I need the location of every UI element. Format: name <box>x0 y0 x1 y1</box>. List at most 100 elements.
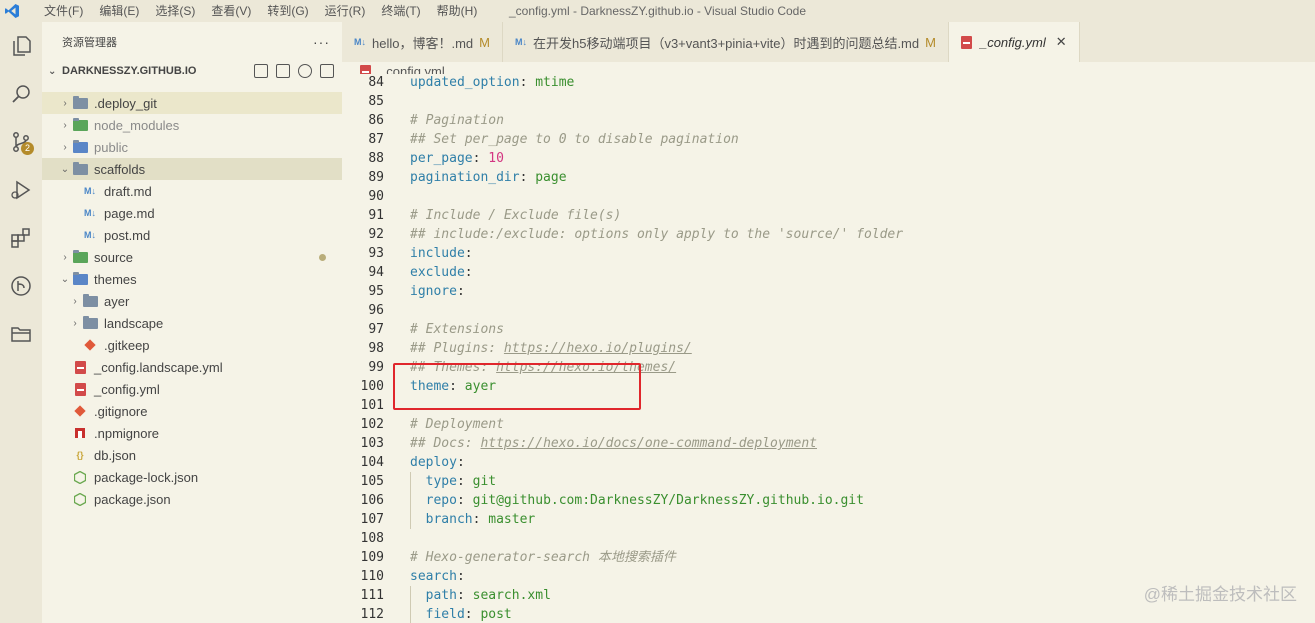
folder-icon[interactable] <box>0 310 42 358</box>
json-icon: {} <box>76 450 84 460</box>
code-line: 88 per_page: 10 <box>342 149 1315 168</box>
line-number: 104 <box>360 455 384 470</box>
git-icon <box>72 404 88 418</box>
menu-item[interactable]: 文件(F) <box>36 0 91 22</box>
code-token: : <box>472 512 489 527</box>
tree-file[interactable]: {} db.json <box>42 444 342 466</box>
more-actions-icon[interactable]: ··· <box>313 34 330 50</box>
tree-folder[interactable]: › ayer <box>42 290 342 312</box>
code-token: # Hexo-generator-search 本地搜索插件 <box>410 550 676 565</box>
line-number: 101 <box>360 398 384 413</box>
extensions-icon[interactable] <box>0 214 42 262</box>
refresh-icon[interactable] <box>298 64 312 78</box>
code-token: : <box>456 455 465 470</box>
tree-file[interactable]: M↓ draft.md <box>42 180 342 202</box>
code-line: 107 branch: master <box>342 510 1315 529</box>
menu-item[interactable]: 帮助(H) <box>429 0 486 22</box>
tab-hello-md[interactable]: M↓ hello，博客！.md M <box>342 22 503 62</box>
code-line: 98 ## Plugins: https://hexo.io/plugins/ <box>342 339 1315 358</box>
tree-folder[interactable]: › landscape <box>42 312 342 334</box>
menu-item[interactable]: 终端(T) <box>373 0 428 22</box>
explorer-header: 资源管理器 ··· <box>42 22 342 62</box>
tab-config-yml[interactable]: _config.yml ✕ <box>948 22 1080 62</box>
tree-file[interactable]: .gitignore <box>42 400 342 422</box>
line-number: 108 <box>360 531 384 546</box>
tree-folder[interactable]: › source <box>42 246 342 268</box>
git-graph-icon[interactable] <box>0 262 42 310</box>
menu-item[interactable]: 转到(G) <box>259 0 316 22</box>
code-token: 10 <box>488 151 504 166</box>
new-file-icon[interactable] <box>254 64 268 78</box>
code-text: type: git <box>410 472 496 491</box>
new-folder-icon[interactable] <box>276 64 290 78</box>
code-token: deploy <box>410 455 457 470</box>
search-icon[interactable] <box>0 70 42 118</box>
code-token: ## include:/exclude: options only apply … <box>410 227 904 242</box>
tree-file[interactable]: package-lock.json <box>42 466 342 488</box>
line-number: 100 <box>360 379 384 394</box>
folder-icon <box>72 117 88 132</box>
tree-file[interactable]: M↓ post.md <box>42 224 342 246</box>
code-text: # Hexo-generator-search 本地搜索插件 <box>410 548 676 567</box>
chevron-right-icon: › <box>63 97 67 109</box>
tree-folder[interactable]: ⌄ scaffolds <box>42 158 342 180</box>
markdown-icon: M↓ <box>84 230 96 240</box>
highlight-annotation-box <box>393 363 641 410</box>
chevron-down-icon: ⌄ <box>48 65 57 77</box>
tree-item-label: public <box>94 139 128 155</box>
code-token: repo <box>425 493 457 508</box>
close-icon[interactable]: ✕ <box>1056 34 1067 50</box>
code-token: https://hexo.io/docs/one-command-deploym… <box>480 436 817 451</box>
line-number: 110 <box>360 569 384 584</box>
line-number: 86 <box>368 113 384 128</box>
tree-file[interactable]: package.json <box>42 488 342 510</box>
code-line: 91 # Include / Exclude file(s) <box>342 206 1315 225</box>
markdown-icon: M↓ <box>84 186 96 196</box>
code-editor[interactable]: 84 updated_option: mtime 85 86 # Pagination 8… <box>342 74 1315 623</box>
collapse-all-icon[interactable] <box>320 64 334 78</box>
tree-file[interactable]: .gitkeep <box>42 334 342 356</box>
tree-file[interactable]: _config.landscape.yml <box>42 356 342 378</box>
menu-item[interactable]: 运行(R) <box>317 0 374 22</box>
chevron-right-icon: › <box>63 251 67 263</box>
markdown-icon: M↓ <box>354 37 366 47</box>
source-control-icon[interactable]: 2 <box>0 118 42 166</box>
line-number: 96 <box>368 303 384 318</box>
tree-folder[interactable]: › node_modules <box>42 114 342 136</box>
tree-file[interactable]: .npmignore <box>42 422 342 444</box>
tree-folder[interactable]: › public <box>42 136 342 158</box>
indent-guide <box>410 491 411 510</box>
tree-item-label: package.json <box>94 491 171 507</box>
line-number: 97 <box>368 322 384 337</box>
folder-icon <box>72 95 88 110</box>
line-number: 87 <box>368 132 384 147</box>
line-number: 111 <box>360 588 384 603</box>
line-number: 102 <box>360 417 384 432</box>
code-text: ## Plugins: https://hexo.io/plugins/ <box>410 339 692 358</box>
tree-file[interactable]: M↓ page.md <box>42 202 342 224</box>
menu-item[interactable]: 查看(V) <box>203 0 259 22</box>
code-line: 105 type: git <box>342 472 1315 491</box>
menu-item[interactable]: 编辑(E) <box>91 0 147 22</box>
markdown-icon: M↓ <box>84 208 96 218</box>
tree-folder[interactable]: › .deploy_git <box>42 92 342 114</box>
tree-item-label: draft.md <box>104 183 152 199</box>
menu-item[interactable]: 选择(S) <box>147 0 203 22</box>
code-line: 90 <box>342 187 1315 206</box>
project-header[interactable]: ⌄ DARKNESSZY.GITHUB.IO <box>42 62 342 80</box>
tree-file[interactable]: _config.yml <box>42 378 342 400</box>
code-text: deploy: <box>410 453 465 472</box>
markdown-icon: M↓ <box>514 37 527 47</box>
chevron-down-icon: ⌄ <box>60 273 70 285</box>
explorer-icon[interactable] <box>0 22 42 70</box>
chevron-down-icon: ⌄ <box>60 163 70 175</box>
run-debug-icon[interactable] <box>0 166 42 214</box>
line-number: 92 <box>368 227 384 242</box>
tab-label: _config.yml <box>979 34 1046 50</box>
code-text: path: search.xml <box>410 586 551 605</box>
code-text: ## include:/exclude: options only apply … <box>410 225 903 244</box>
tree-folder[interactable]: ⌄ themes <box>42 268 342 290</box>
tab-h5-summary-md[interactable]: M↓ 在开发h5移动端项目（v3+vant3+pinia+vite）时遇到的问题… <box>503 22 949 62</box>
